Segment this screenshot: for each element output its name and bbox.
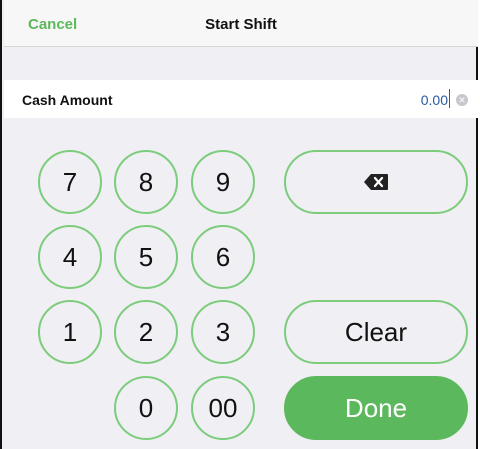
navigation-bar: Cancel Start Shift xyxy=(4,0,478,47)
cash-amount-row[interactable]: Cash Amount 0.00 ✕ xyxy=(4,80,478,118)
page-title: Start Shift xyxy=(205,16,277,33)
clear-circle-icon[interactable]: ✕ xyxy=(456,94,468,106)
key-9[interactable]: 9 xyxy=(191,150,255,214)
cash-amount-label: Cash Amount xyxy=(22,92,113,108)
key-5[interactable]: 5 xyxy=(114,225,178,289)
key-0[interactable]: 0 xyxy=(114,376,178,440)
key-3[interactable]: 3 xyxy=(191,300,255,364)
key-7[interactable]: 7 xyxy=(38,150,102,214)
text-caret xyxy=(448,89,450,108)
done-button[interactable]: Done xyxy=(284,376,468,440)
cash-amount-field[interactable]: 0.00 xyxy=(421,92,448,108)
key-2[interactable]: 2 xyxy=(114,300,178,364)
key-1[interactable]: 1 xyxy=(38,300,102,364)
clear-button[interactable]: Clear xyxy=(284,300,468,364)
key-4[interactable]: 4 xyxy=(38,225,102,289)
start-shift-screen: Cancel Start Shift Cash Amount 0.00 ✕ 7 … xyxy=(0,0,478,449)
key-8[interactable]: 8 xyxy=(114,150,178,214)
backspace-icon xyxy=(364,174,388,190)
backspace-button[interactable] xyxy=(284,150,468,214)
key-00[interactable]: 00 xyxy=(191,376,255,440)
key-6[interactable]: 6 xyxy=(191,225,255,289)
